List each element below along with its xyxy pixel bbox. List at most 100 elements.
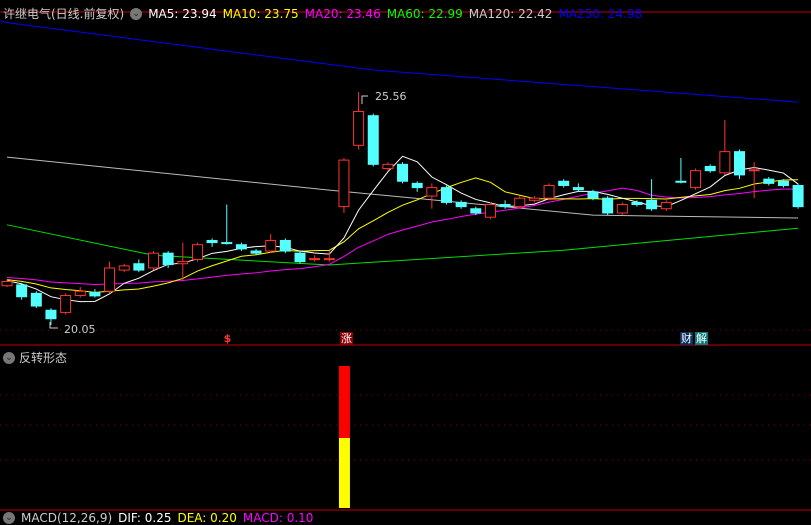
candle-body (353, 110, 365, 146)
candle-body (221, 242, 233, 245)
candle-body (763, 178, 775, 184)
candle-body (499, 204, 511, 208)
candle-body (602, 197, 614, 214)
ma60-value: MA60: 22.99 (386, 6, 463, 21)
candle (30, 291, 42, 309)
candle (719, 119, 731, 175)
candle (763, 177, 775, 186)
candle (748, 162, 760, 199)
reversal-signal-bar-red (338, 366, 350, 438)
ma120-value: MA120: 22.42 (468, 6, 553, 21)
macd-value: MACD: 0.10 (242, 511, 314, 525)
ma-legend: 许继电气(日线.前复权) ⌄ MA5: 23.94 MA10: 23.75 MA… (3, 5, 642, 22)
candle-body (543, 184, 555, 199)
candle-body (631, 201, 643, 206)
candle-body (704, 165, 716, 172)
jie-marker[interactable]: 解 (695, 332, 708, 345)
candle (367, 113, 379, 167)
candle (191, 242, 203, 262)
candle-body (206, 239, 218, 244)
candle (279, 238, 291, 254)
candle (1, 279, 13, 288)
candle (294, 251, 306, 264)
candle (572, 183, 584, 192)
candle-body (89, 292, 101, 297)
candle-body (118, 265, 130, 271)
candle-body (616, 204, 628, 214)
stock-title: 许继电气(日线.前复权) (3, 7, 125, 21)
candle-body (235, 244, 247, 250)
candle (118, 263, 130, 273)
candle-body (441, 187, 452, 203)
candle (792, 183, 804, 209)
dea-value: DEA: 0.20 (177, 511, 237, 525)
candle-body (777, 180, 789, 186)
candle-body (397, 163, 409, 182)
candle (528, 196, 540, 203)
dollar-marker[interactable]: $ (221, 332, 234, 345)
candle (455, 200, 467, 209)
low-annotation: 20.05 (49, 322, 96, 336)
candle-body (792, 184, 804, 208)
ma20-value: MA20: 23.46 (304, 6, 381, 21)
candle (45, 308, 57, 326)
candle (177, 242, 189, 281)
candle (397, 162, 409, 184)
candle-body (177, 261, 189, 265)
candle-body (323, 258, 335, 261)
high-price-label: 25.56 (375, 90, 407, 103)
candle (16, 282, 28, 300)
candle-body (338, 159, 350, 208)
candle (543, 183, 555, 201)
chevron-down-icon[interactable]: ⌄ (3, 351, 15, 364)
reversal-signal-bar-yellow (338, 438, 350, 508)
candle-body (470, 208, 482, 214)
candle-body (148, 252, 159, 269)
candle (558, 179, 570, 188)
reversal-panel-title: 反转形态 (19, 351, 68, 365)
candle (514, 196, 526, 209)
chevron-down-icon[interactable]: ⌄ (130, 7, 143, 20)
candle-body (16, 284, 28, 298)
candle-body (514, 197, 526, 208)
candle (338, 157, 350, 213)
candle-body (367, 115, 379, 165)
cai-marker[interactable]: 财 (680, 332, 693, 345)
candle (484, 202, 496, 220)
candle-body (734, 151, 745, 176)
candle (148, 251, 159, 271)
candle-body (719, 151, 731, 174)
candle (309, 255, 321, 262)
candle (133, 259, 145, 273)
macd-title: MACD(12,26,9) (21, 511, 113, 525)
candle (690, 168, 702, 190)
candle-body (660, 201, 672, 210)
candle (675, 157, 687, 184)
candle-body (587, 191, 599, 199)
candle-body (382, 163, 394, 170)
candle (426, 183, 438, 209)
zhang-marker[interactable]: 涨 (340, 332, 353, 345)
candle (265, 234, 277, 254)
candle (734, 149, 745, 180)
candle (616, 202, 628, 216)
candle (206, 238, 218, 247)
candle-body (309, 258, 321, 261)
candle-body (1, 281, 13, 287)
chevron-down-icon[interactable]: ⌄ (3, 512, 15, 524)
ma60-line (6, 224, 799, 266)
candle (382, 162, 394, 171)
low-price-label: 20.05 (64, 323, 96, 336)
candle-body (45, 309, 57, 320)
candle (411, 181, 423, 192)
candle-body (426, 187, 438, 197)
candle-body (675, 180, 687, 183)
candle-body (411, 182, 423, 189)
candle-body (265, 239, 277, 252)
candle-body (60, 294, 72, 313)
candle (74, 287, 86, 298)
candle-body (484, 204, 496, 218)
candle-body (162, 252, 174, 266)
candle-body (748, 169, 760, 172)
candle (704, 164, 716, 173)
